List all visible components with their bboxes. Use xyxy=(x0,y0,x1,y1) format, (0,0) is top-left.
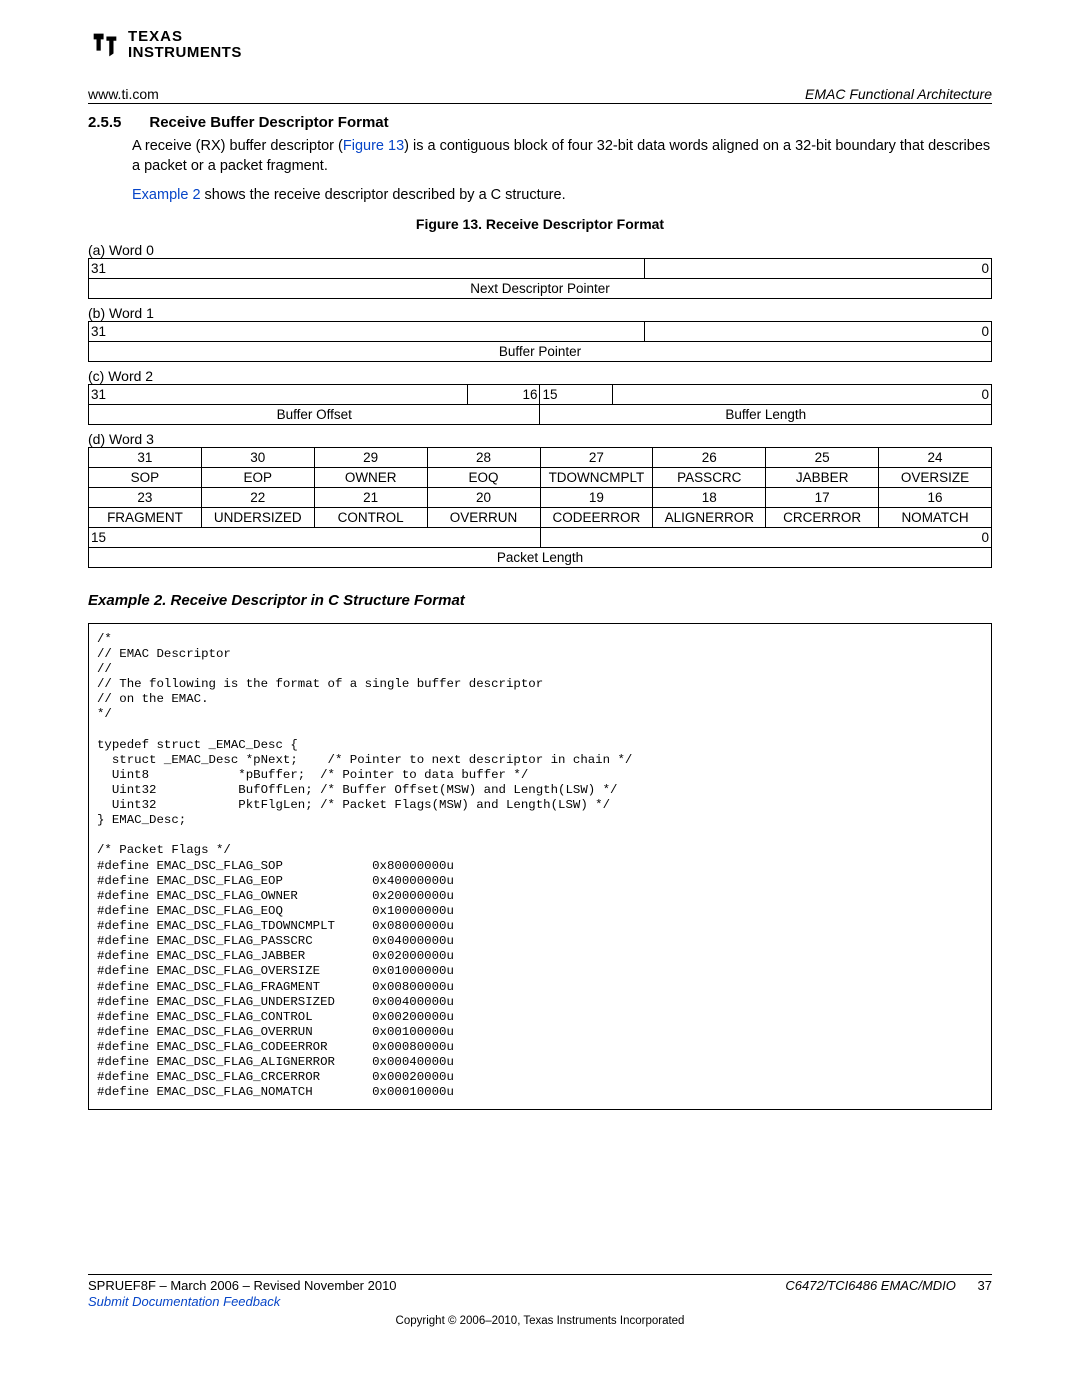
section-title: Receive Buffer Descriptor Format xyxy=(149,114,388,131)
w2-field1: Buffer Offset xyxy=(89,404,540,424)
ti-logo: TEXAS INSTRUMENTS xyxy=(88,28,992,62)
w3-row1: SOP EOP OWNER EOQ TDOWNCMPLT PASSCRC JAB… xyxy=(89,467,992,487)
submit-feedback-link[interactable]: Submit Documentation Feedback xyxy=(88,1294,280,1309)
example-2-link[interactable]: Example 2 xyxy=(132,187,201,203)
header-url[interactable]: www.ti.com xyxy=(88,86,159,102)
header-section: EMAC Functional Architecture xyxy=(805,86,992,102)
ti-chip-icon xyxy=(88,28,122,62)
w1-field: Buffer Pointer xyxy=(89,341,992,361)
word0-block: (a) Word 0 31 0 Next Descriptor Pointer xyxy=(88,242,992,299)
footer-docrev: SPRUEF8F – March 2006 – Revised November… xyxy=(88,1278,397,1293)
page-running-header: www.ti.com EMAC Functional Architecture xyxy=(88,86,992,104)
w3-row2: FRAGMENT UNDERSIZED CONTROL OVERRUN CODE… xyxy=(89,507,992,527)
logo-line2: INSTRUMENTS xyxy=(128,45,242,61)
figure-title: Figure 13. Receive Descriptor Format xyxy=(88,216,992,232)
word2-block: (c) Word 2 31 16 15 0 Buffer Offset Buff… xyxy=(88,368,992,425)
section-number: 2.5.5 xyxy=(88,114,121,131)
logo-line1: TEXAS xyxy=(128,29,242,45)
page-footer: SPRUEF8F – March 2006 – Revised November… xyxy=(88,1274,992,1327)
w3-row3: Packet Length xyxy=(89,547,992,567)
figure-13-link[interactable]: Figure 13 xyxy=(343,138,404,154)
word1-block: (b) Word 1 31 0 Buffer Pointer xyxy=(88,305,992,362)
word3-block: (d) Word 3 31 30 29 28 27 26 25 24 SOP E… xyxy=(88,431,992,568)
code-listing: /* // EMAC Descriptor // // The followin… xyxy=(88,623,992,1110)
w2-field2: Buffer Length xyxy=(540,404,992,424)
copyright: Copyright © 2006–2010, Texas Instruments… xyxy=(88,1315,992,1327)
example-title: Example 2. Receive Descriptor in C Struc… xyxy=(88,592,992,609)
footer-doctitle: C6472/TCI6486 EMAC/MDIO xyxy=(785,1278,956,1293)
w0-field: Next Descriptor Pointer xyxy=(89,278,992,298)
page-number: 37 xyxy=(978,1278,992,1293)
body-text: A receive (RX) buffer descriptor (Figure… xyxy=(132,137,992,206)
section-heading: 2.5.5 Receive Buffer Descriptor Format xyxy=(88,114,992,131)
